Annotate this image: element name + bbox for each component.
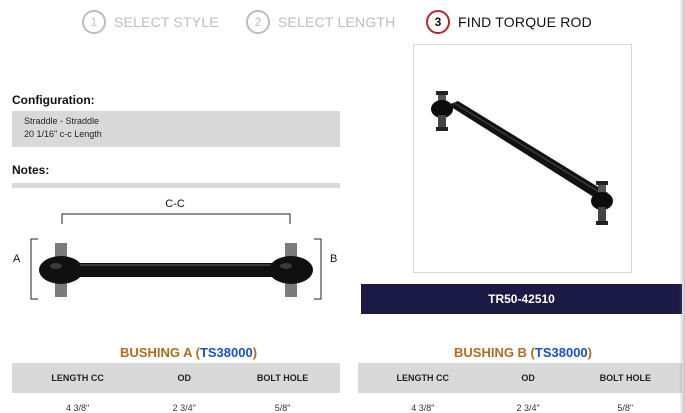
bushing-b-title: BUSHING B (TS38000): [454, 345, 592, 360]
table-row: 4 3/8" 2 3/4" 5/8": [358, 393, 682, 413]
product-bushing-top: [431, 91, 453, 131]
part-number-bar[interactable]: TR50-42510: [361, 284, 682, 314]
step-label-select-style: SELECT STYLE: [114, 14, 219, 30]
step-number-2: 2: [246, 10, 270, 34]
bushing-a-title-prefix: BUSHING A (: [120, 345, 200, 360]
bushing-a-table-header: LENGTH CC OD BOLT HOLE: [12, 363, 340, 393]
value-od: 2 3/4": [172, 403, 196, 413]
bushing-b-part-link[interactable]: TS38000: [535, 345, 588, 360]
b-dimension-bracket: [314, 238, 322, 300]
notes-panel: [12, 183, 340, 188]
step-label-select-length: SELECT LENGTH: [278, 14, 396, 30]
header-od: OD: [177, 373, 191, 383]
step-label-find-torque-rod: FIND TORQUE ROD: [458, 14, 592, 30]
value-bolt-hole: 5/8": [274, 403, 291, 413]
notes-heading: Notes:: [12, 163, 50, 177]
cc-dimension-label: C-C: [165, 198, 185, 210]
bushing-a-title: BUSHING A (TS38000): [120, 345, 257, 360]
bushing-a-title-suffix: ): [252, 345, 258, 360]
torque-rod-product-image: [431, 91, 613, 225]
product-rod-body: [448, 101, 608, 201]
value-length-cc: 4 3/8": [411, 403, 435, 413]
header-length-cc: LENGTH CC: [396, 373, 450, 383]
table-row: 4 3/8" 2 3/4" 5/8": [12, 393, 340, 413]
bushing-b-body: [269, 256, 313, 284]
value-length-cc: 4 3/8": [65, 403, 90, 413]
step-number-1: 1: [82, 10, 106, 34]
step-select-style[interactable]: 1 SELECT STYLE: [82, 8, 219, 36]
step-number-3: 3: [426, 10, 450, 34]
bushing-a-table: LENGTH CC OD BOLT HOLE 4 3/8" 2 3/4" 5/8…: [12, 363, 340, 413]
torque-rod-dimension-diagram: C-C A B: [13, 198, 337, 300]
a-dimension-bracket: [30, 238, 38, 300]
b-dimension-label: B: [330, 253, 337, 265]
a-dimension-label: A: [13, 253, 21, 265]
bushing-b-title-prefix: BUSHING B (: [454, 345, 535, 360]
bushing-b-title-suffix: ): [587, 345, 592, 360]
bushing-b-table-header: LENGTH CC OD BOLT HOLE: [358, 363, 682, 393]
product-image-frame[interactable]: [413, 44, 632, 273]
step-select-length[interactable]: 2 SELECT LENGTH: [246, 8, 396, 36]
configuration-length: 20 1/16" c-c Length: [24, 129, 102, 139]
step-indicator: 1 SELECT STYLE 2 SELECT LENGTH 3 FIND TO…: [0, 8, 685, 38]
header-length-cc: LENGTH CC: [51, 373, 104, 383]
bushing-a-part-link[interactable]: TS38000: [200, 345, 253, 360]
header-od: OD: [521, 373, 535, 383]
header-bolt-hole: BOLT HOLE: [256, 373, 309, 383]
cc-dimension-bracket: [61, 213, 291, 224]
torque-rod-finder-page: 1 SELECT STYLE 2 SELECT LENGTH 3 FIND TO…: [0, 0, 685, 413]
page-edge-shadow: [679, 0, 685, 413]
value-od: 2 3/4": [516, 403, 540, 413]
configuration-style: Straddle - Straddle: [24, 116, 100, 126]
header-bolt-hole: BOLT HOLE: [599, 373, 651, 383]
bushing-b-table: LENGTH CC OD BOLT HOLE 4 3/8" 2 3/4" 5/8…: [358, 363, 682, 413]
value-bolt-hole: 5/8": [617, 403, 634, 413]
configuration-panel: Straddle - Straddle 20 1/16" c-c Length: [12, 111, 340, 147]
configuration-heading: Configuration:: [12, 93, 95, 107]
step-find-torque-rod[interactable]: 3 FIND TORQUE ROD: [426, 8, 592, 36]
